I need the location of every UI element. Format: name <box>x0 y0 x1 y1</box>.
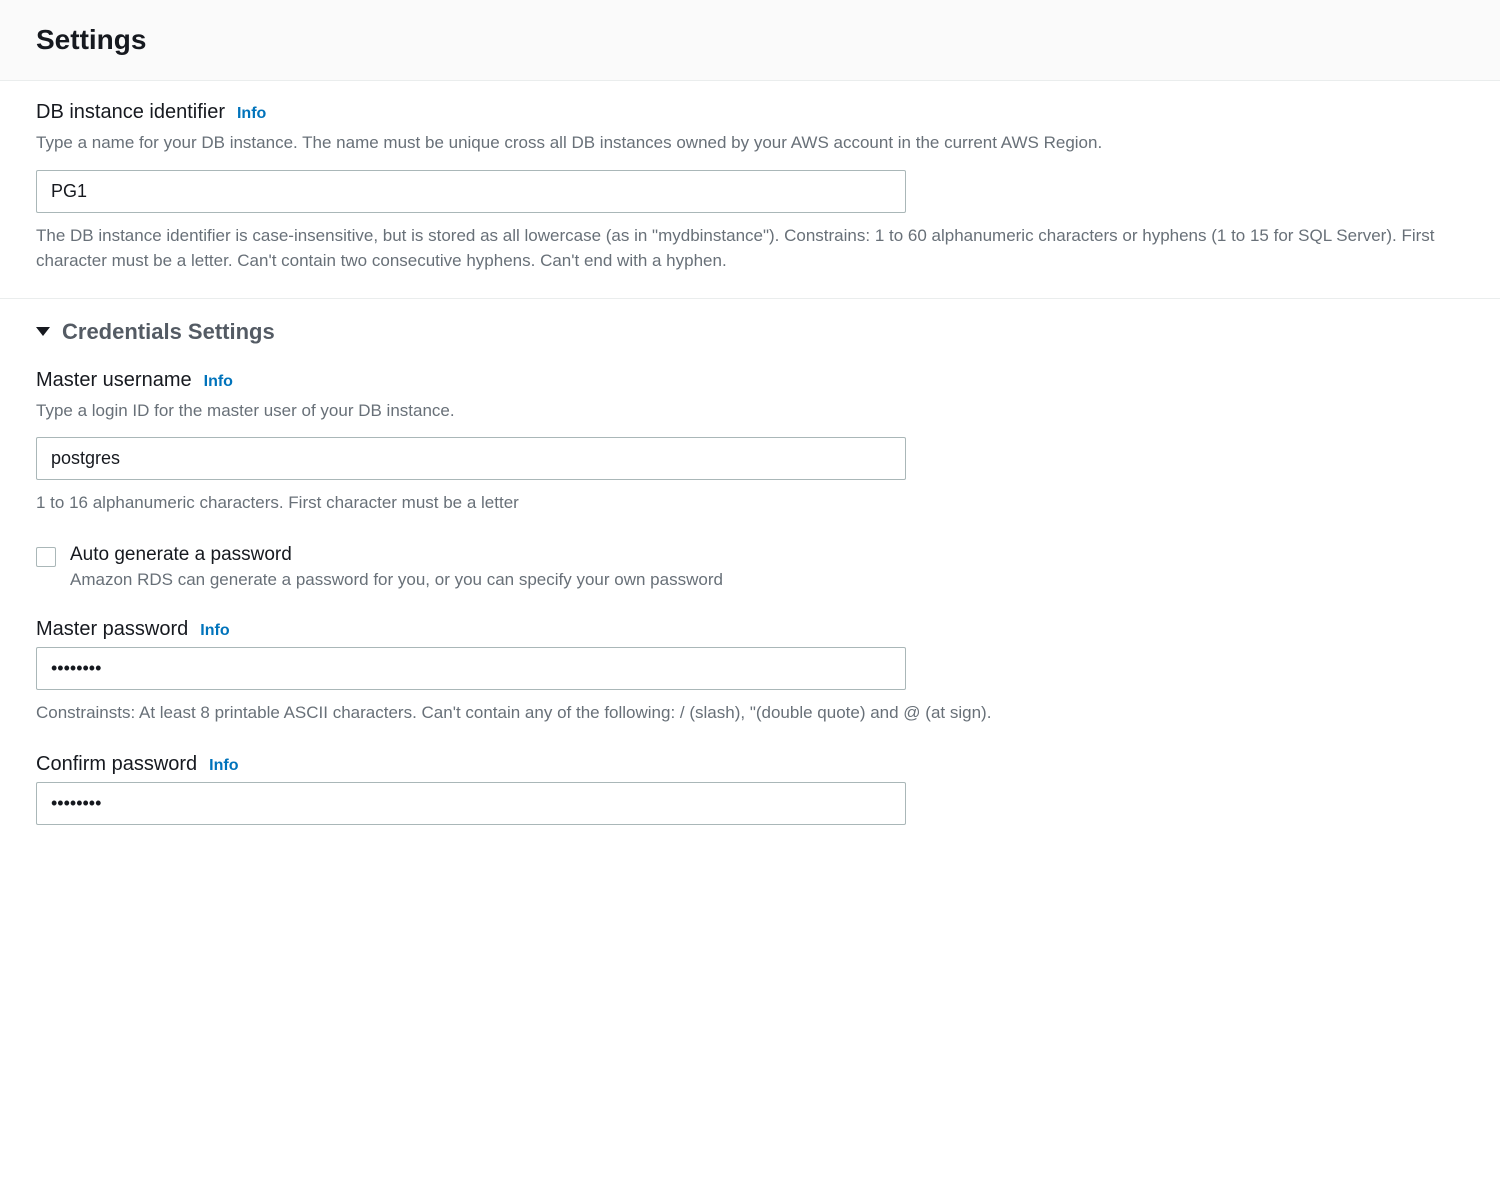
master-password-info-link[interactable]: Info <box>200 622 229 640</box>
master-password-group: Master password Info Constrainsts: At le… <box>36 618 1464 726</box>
master-username-input[interactable] <box>36 437 906 480</box>
master-username-description: Type a login ID for the master user of y… <box>36 398 1464 424</box>
caret-down-icon <box>36 327 50 336</box>
master-username-info-link[interactable]: Info <box>204 373 233 391</box>
db-identifier-section: DB instance identifier Info Type a name … <box>0 81 1500 298</box>
master-password-label: Master password <box>36 618 188 641</box>
master-password-hint: Constrainsts: At least 8 printable ASCII… <box>36 700 1464 726</box>
auto-generate-label: Auto generate a password <box>70 544 1464 566</box>
master-username-hint: 1 to 16 alphanumeric characters. First c… <box>36 490 1464 516</box>
db-identifier-info-link[interactable]: Info <box>237 105 266 123</box>
auto-generate-checkbox[interactable] <box>36 547 56 567</box>
confirm-password-input[interactable] <box>36 782 906 825</box>
confirm-password-group: Confirm password Info <box>36 753 1464 825</box>
auto-generate-description: Amazon RDS can generate a password for y… <box>70 570 1464 590</box>
db-identifier-input[interactable] <box>36 170 906 213</box>
auto-generate-row: Auto generate a password Amazon RDS can … <box>36 544 1464 590</box>
auto-generate-content: Auto generate a password Amazon RDS can … <box>70 544 1464 590</box>
settings-header: Settings <box>0 0 1500 81</box>
db-identifier-hint: The DB instance identifier is case-insen… <box>36 223 1464 274</box>
credentials-toggle[interactable]: Credentials Settings <box>36 319 1464 345</box>
credentials-title: Credentials Settings <box>62 319 275 345</box>
confirm-password-info-link[interactable]: Info <box>209 757 238 775</box>
db-identifier-description: Type a name for your DB instance. The na… <box>36 130 1464 156</box>
master-password-input[interactable] <box>36 647 906 690</box>
master-username-label: Master username <box>36 369 192 392</box>
master-username-group: Master username Info Type a login ID for… <box>36 369 1464 516</box>
credentials-section: Credentials Settings Master username Inf… <box>0 298 1500 878</box>
confirm-password-label: Confirm password <box>36 753 197 776</box>
db-identifier-label: DB instance identifier <box>36 101 225 124</box>
page-title: Settings <box>36 24 1464 56</box>
